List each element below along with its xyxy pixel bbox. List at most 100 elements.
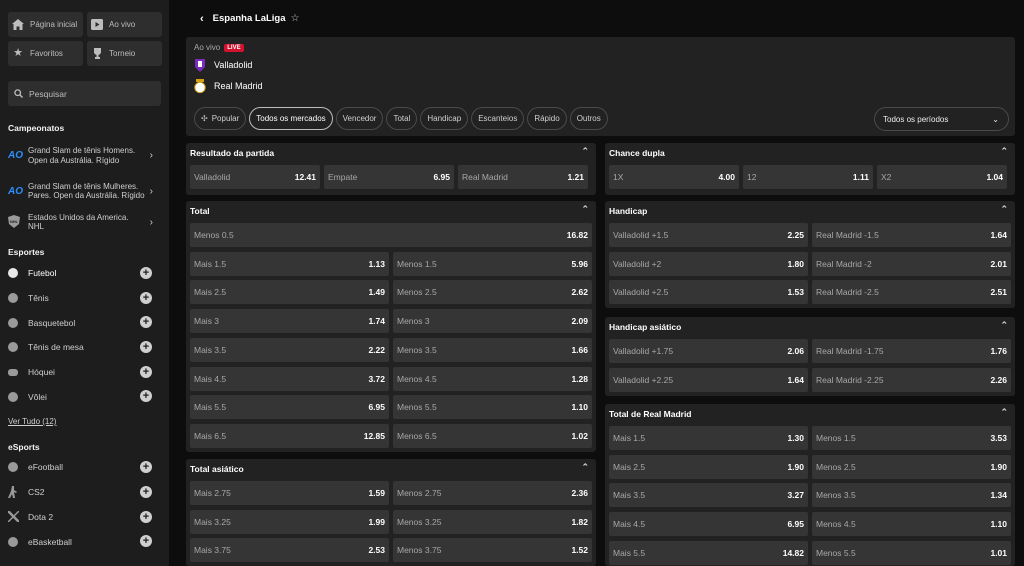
odds-button[interactable]: Mais 2.5 1.90 xyxy=(609,454,808,479)
odds-button[interactable]: Mais 1.5 1.13 xyxy=(190,251,389,276)
tournament-button[interactable]: Torneio xyxy=(87,41,162,66)
add-icon[interactable]: + xyxy=(140,535,152,548)
filter-winner[interactable]: Vencedor xyxy=(335,107,384,130)
odds-button[interactable]: 1X 4.00 xyxy=(609,165,739,189)
odds-button[interactable]: Valladolid 12.41 xyxy=(190,165,320,189)
market-title[interactable]: Total ⌃ xyxy=(186,201,596,220)
chevron-up-icon[interactable]: ⌃ xyxy=(1000,407,1008,418)
market-title[interactable]: Chance dupla ⌃ xyxy=(605,143,1015,162)
see-all-link[interactable]: Ver Tudo (12) xyxy=(8,417,161,426)
period-select[interactable]: Todos os períodos ⌄ xyxy=(874,107,1009,131)
odds-button[interactable]: Menos 2.5 1.90 xyxy=(812,454,1011,479)
odds-button[interactable]: Empate 6.95 xyxy=(324,165,454,189)
odds-button[interactable]: Menos 4.5 1.28 xyxy=(393,366,592,391)
chevron-up-icon[interactable]: ⌃ xyxy=(1000,320,1008,331)
esport-item-dota2[interactable]: Dota 2 + xyxy=(8,505,161,530)
esport-item-cs2[interactable]: CS2 + xyxy=(8,480,161,505)
championship-item[interactable]: NHL Estados Unidos da America. NHL › xyxy=(8,211,161,233)
add-icon[interactable]: + xyxy=(140,291,152,304)
sport-item-hoquei[interactable]: Hóquei + xyxy=(8,360,161,385)
search-input[interactable]: Pesquisar xyxy=(8,81,161,106)
odds-button[interactable]: Mais 3 1.74 xyxy=(190,309,389,334)
add-icon[interactable]: + xyxy=(140,461,152,474)
odds-button[interactable]: Real Madrid 1.21 xyxy=(458,165,588,189)
odds-button[interactable]: Mais 4.5 6.95 xyxy=(609,512,808,537)
odds-button[interactable]: Mais 3.5 2.22 xyxy=(190,337,389,362)
odds-button[interactable]: Menos 3.75 1.52 xyxy=(393,538,592,563)
filter-corners[interactable]: Escanteios xyxy=(471,107,525,130)
sport-item-futebol[interactable]: Futebol + xyxy=(8,261,161,286)
odds-button[interactable]: Real Madrid -2 2.01 xyxy=(812,251,1011,276)
chevron-up-icon[interactable]: ⌃ xyxy=(581,146,589,157)
sport-item-basquetebol[interactable]: Basquetebol + xyxy=(8,310,161,335)
filter-all-markets[interactable]: Todos os mercados xyxy=(249,107,333,130)
sport-item-volei[interactable]: Vôlei + xyxy=(8,384,161,409)
sport-item-tenis[interactable]: Tênis + xyxy=(8,286,161,311)
odds-button[interactable]: Mais 4.5 3.72 xyxy=(190,366,389,391)
odds-button[interactable]: Mais 5.5 6.95 xyxy=(190,395,389,420)
odds-button[interactable]: Valladolid +2 1.80 xyxy=(609,251,808,276)
star-outline-icon[interactable]: ☆ xyxy=(291,13,300,24)
odds-button[interactable]: Mais 6.5 12.85 xyxy=(190,423,389,448)
add-icon[interactable]: + xyxy=(140,510,152,523)
championship-item[interactable]: AO Grand Slam de tênis Homens. Open da A… xyxy=(8,139,161,172)
esport-item-efootball[interactable]: eFootball + xyxy=(8,455,161,480)
odds-button[interactable]: Mais 3.75 2.53 xyxy=(190,538,389,563)
odds-button[interactable]: Mais 1.5 1.30 xyxy=(609,426,808,450)
add-icon[interactable]: + xyxy=(140,365,152,378)
odds-button[interactable]: Menos 1.5 5.96 xyxy=(393,251,592,276)
odds-button[interactable]: Menos 0.5 16.82 xyxy=(190,223,592,247)
odds-button[interactable]: Menos 3.5 1.66 xyxy=(393,337,592,362)
odds-button[interactable]: Menos 3.5 1.34 xyxy=(812,483,1011,508)
filter-total[interactable]: Total xyxy=(386,107,418,130)
odds-button[interactable]: Mais 3.5 3.27 xyxy=(609,483,808,508)
odds-button[interactable]: Menos 4.5 1.10 xyxy=(812,512,1011,537)
live-button[interactable]: Ao vivo xyxy=(87,12,162,37)
chevron-up-icon[interactable]: ⌃ xyxy=(581,462,589,473)
add-icon[interactable]: + xyxy=(140,390,152,403)
favorites-button[interactable]: ★ Favoritos xyxy=(8,41,83,66)
add-icon[interactable]: + xyxy=(140,316,152,329)
add-icon[interactable]: + xyxy=(140,341,152,354)
market-title[interactable]: Handicap ⌃ xyxy=(605,201,1015,220)
filter-handicap[interactable]: Handicap xyxy=(420,107,469,130)
market-title[interactable]: Total de Real Madrid ⌃ xyxy=(605,404,1015,423)
odds-button[interactable]: Real Madrid -2.25 2.26 xyxy=(812,367,1011,392)
odds-button[interactable]: Mais 3.25 1.99 xyxy=(190,509,389,534)
odds-button[interactable]: Valladolid +1.75 2.06 xyxy=(609,339,808,363)
odds-button[interactable]: Menos 2.75 2.36 xyxy=(393,481,592,505)
chevron-up-icon[interactable]: ⌃ xyxy=(581,204,589,215)
market-title[interactable]: Handicap asiático ⌃ xyxy=(605,317,1015,336)
filter-others[interactable]: Outros xyxy=(569,107,608,130)
esport-item-ebasketball[interactable]: eBasketball + xyxy=(8,529,161,554)
add-icon[interactable]: + xyxy=(140,485,152,498)
odds-button[interactable]: X2 1.04 xyxy=(877,165,1007,189)
back-icon[interactable]: ‹ xyxy=(200,13,204,25)
odds-button[interactable]: Menos 6.5 1.02 xyxy=(393,423,592,448)
championship-item[interactable]: AO Grand Slam de tênis Mulheres. Pares. … xyxy=(8,175,161,207)
odds-button[interactable]: Menos 2.5 2.62 xyxy=(393,280,592,305)
odds-button[interactable]: Valladolid +1.5 2.25 xyxy=(609,223,808,247)
odds-button[interactable]: Real Madrid -1.75 1.76 xyxy=(812,339,1011,363)
odds-button[interactable]: Valladolid +2.25 1.64 xyxy=(609,367,808,392)
filter-fast[interactable]: Rápido xyxy=(527,107,567,130)
home-button[interactable]: Página inicial xyxy=(8,12,83,37)
odds-button[interactable]: Mais 2.75 1.59 xyxy=(190,481,389,505)
odds-button[interactable]: Valladolid +2.5 1.53 xyxy=(609,280,808,305)
odds-button[interactable]: Menos 5.5 1.01 xyxy=(812,540,1011,565)
market-title[interactable]: Resultado da partida ⌃ xyxy=(186,143,596,162)
chevron-up-icon[interactable]: ⌃ xyxy=(1000,146,1008,157)
odds-button[interactable]: Real Madrid -2.5 2.51 xyxy=(812,280,1011,305)
odds-button[interactable]: Menos 3 2.09 xyxy=(393,309,592,334)
odds-button[interactable]: Real Madrid -1.5 1.64 xyxy=(812,223,1011,247)
market-title[interactable]: Total asiático ⌃ xyxy=(186,459,596,478)
chevron-up-icon[interactable]: ⌃ xyxy=(1000,204,1008,215)
odds-button[interactable]: 12 1.11 xyxy=(743,165,873,189)
sport-item-tenis-de-mesa[interactable]: Tênis de mesa + xyxy=(8,335,161,360)
odds-button[interactable]: Mais 2.5 1.49 xyxy=(190,280,389,305)
odds-button[interactable]: Mais 5.5 14.82 xyxy=(609,540,808,565)
odds-button[interactable]: Menos 3.25 1.82 xyxy=(393,509,592,534)
odds-button[interactable]: Menos 5.5 1.10 xyxy=(393,395,592,420)
add-icon[interactable]: + xyxy=(140,267,152,279)
filter-popular[interactable]: ✣ Popular xyxy=(194,107,247,130)
